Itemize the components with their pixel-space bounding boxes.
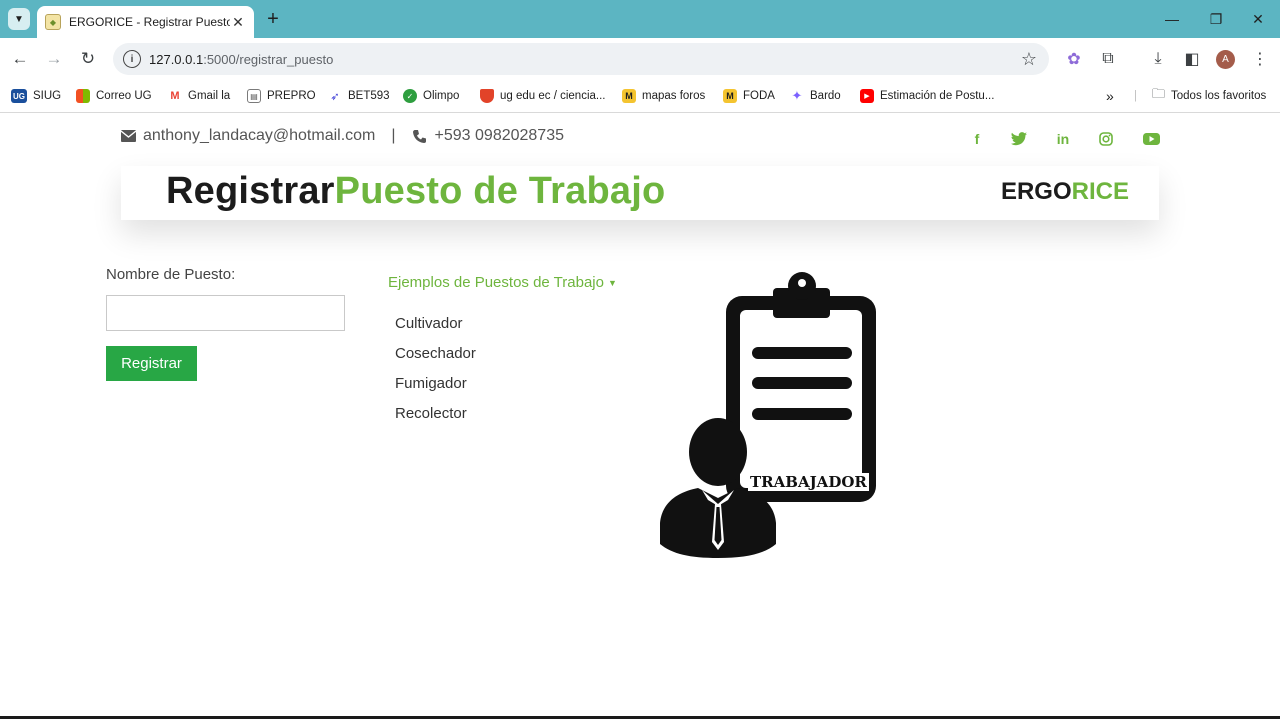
bookmark-item[interactable]: UG SIUG bbox=[11, 87, 61, 105]
contact-email[interactable]: anthony_landacay@hotmail.com bbox=[143, 127, 375, 145]
contact-separator: | bbox=[391, 127, 396, 144]
bookmark-item[interactable]: Mmapas foros bbox=[622, 87, 705, 105]
site-favicon-icon: ◆ bbox=[45, 14, 61, 30]
contact-info: anthony_landacay@hotmail.com | +593 0982… bbox=[120, 127, 564, 145]
minimize-button[interactable]: — bbox=[1150, 6, 1194, 32]
microsoft-icon bbox=[76, 89, 90, 103]
bookmark-item[interactable]: ▤ PREPRO bbox=[247, 87, 316, 105]
tab-search-button[interactable]: ▼ bbox=[8, 8, 30, 30]
extensions-puzzle-icon[interactable]: ⧉ bbox=[1096, 47, 1120, 71]
side-panel-icon[interactable]: ◧ bbox=[1180, 47, 1204, 71]
bookmark-item[interactable]: ✓ Olimpo bbox=[403, 87, 459, 105]
example-item[interactable]: Recolector bbox=[395, 405, 467, 422]
register-button[interactable]: Registrar bbox=[106, 346, 197, 381]
miro-icon: M bbox=[723, 89, 737, 103]
bookmark-item[interactable]: M Gmail la bbox=[168, 87, 230, 105]
bookmark-item[interactable]: ▶ Estimación de Postu... bbox=[860, 87, 994, 105]
phone-icon bbox=[412, 128, 428, 144]
youtube-icon: ▶ bbox=[860, 89, 874, 103]
example-item[interactable]: Fumigador bbox=[395, 375, 467, 392]
instagram-icon[interactable] bbox=[1096, 129, 1116, 149]
active-tab[interactable]: ◆ ERGORICE - Registrar Puesto ✕ bbox=[37, 6, 254, 38]
bookmarks-bar: UG SIUG Correo UG M Gmail la ▤ PREPRO ➶ BET5… bbox=[0, 80, 1280, 113]
linkedin-icon[interactable]: in bbox=[1053, 129, 1073, 149]
bookmark-item[interactable]: ug edu ec / ciencia... bbox=[480, 87, 605, 105]
example-item[interactable]: Cosechador bbox=[395, 345, 476, 362]
address-bar[interactable]: i 127.0.0.1:5000/registrar_puesto ☆ bbox=[113, 43, 1049, 75]
restore-button[interactable]: ❐ bbox=[1194, 6, 1238, 32]
contact-bar: anthony_landacay@hotmail.com | +593 0982… bbox=[120, 127, 1160, 151]
bookmark-item[interactable]: M FODA bbox=[723, 87, 775, 105]
bet-icon: ➶ bbox=[328, 89, 342, 103]
illustration-caption: TRABAJADOR bbox=[748, 473, 869, 491]
url-text: 127.0.0.1:5000/registrar_puesto bbox=[149, 51, 334, 67]
bookmark-star-icon[interactable]: ☆ bbox=[1021, 49, 1037, 70]
bookmarks-overflow-icon[interactable]: » bbox=[1106, 87, 1114, 105]
envelope-icon bbox=[120, 128, 136, 144]
bookmark-item[interactable]: Correo UG bbox=[76, 87, 152, 105]
new-tab-button[interactable]: + bbox=[262, 8, 284, 30]
forward-arrow-icon[interactable]: → bbox=[42, 47, 66, 71]
twitter-icon[interactable] bbox=[1009, 129, 1029, 149]
gitlab-icon bbox=[480, 89, 494, 103]
brand-logo[interactable]: ERGORICE bbox=[1001, 178, 1129, 206]
examples-dropdown-label: Ejemplos de Puestos de Trabajo bbox=[388, 274, 604, 291]
worker-clipboard-illustration: TRABAJADOR bbox=[656, 268, 888, 560]
bookmarks-divider: | bbox=[1134, 90, 1137, 102]
document-icon: ▤ bbox=[247, 89, 261, 103]
puesto-name-label: Nombre de Puesto: bbox=[106, 266, 236, 283]
olimpo-icon: ✓ bbox=[403, 89, 417, 103]
menu-dots-icon[interactable]: ⋮ bbox=[1248, 47, 1272, 71]
bookmark-item[interactable]: ✦ Bardo bbox=[790, 87, 841, 105]
facebook-icon[interactable]: f bbox=[967, 129, 987, 149]
tab-close-icon[interactable]: ✕ bbox=[230, 14, 246, 31]
contact-phone[interactable]: +593 0982028735 bbox=[435, 127, 564, 145]
puesto-name-input[interactable] bbox=[106, 295, 345, 331]
chevron-down-icon: ▼ bbox=[14, 13, 24, 25]
caret-down-icon: ▼ bbox=[607, 278, 617, 289]
site-info-icon[interactable]: i bbox=[123, 50, 141, 68]
bookmark-item[interactable]: ➶ BET593 bbox=[328, 87, 390, 105]
page-banner: RegistrarPuesto de Trabajo ERGORICE bbox=[121, 166, 1159, 220]
ug-icon: UG bbox=[11, 89, 27, 103]
example-item[interactable]: Cultivador bbox=[395, 315, 463, 332]
folder-icon: 🗀 bbox=[1152, 86, 1166, 101]
all-bookmarks-folder[interactable]: 🗀 Todos los favoritos bbox=[1152, 86, 1266, 105]
browser-toolbar: ← → ↻ i 127.0.0.1:5000/registrar_puesto … bbox=[0, 38, 1280, 80]
extension-brain-icon[interactable]: ✿ bbox=[1062, 47, 1086, 71]
download-icon[interactable]: ⤓ bbox=[1146, 47, 1170, 71]
back-arrow-icon[interactable]: ← bbox=[8, 47, 32, 71]
gmail-icon: M bbox=[168, 89, 182, 103]
miro-icon: M bbox=[622, 89, 636, 103]
sparkle-icon: ✦ bbox=[790, 88, 804, 103]
youtube-icon[interactable] bbox=[1141, 129, 1161, 149]
examples-dropdown-toggle[interactable]: Ejemplos de Puestos de Trabajo ▼ bbox=[388, 274, 617, 291]
page-title: RegistrarPuesto de Trabajo bbox=[166, 170, 666, 212]
reload-icon[interactable]: ↻ bbox=[76, 47, 100, 71]
close-window-button[interactable]: ✕ bbox=[1236, 6, 1280, 32]
profile-avatar[interactable]: A bbox=[1216, 50, 1235, 69]
browser-tab-bar: ▼ ◆ ERGORICE - Registrar Puesto ✕ + — ❐ … bbox=[0, 0, 1280, 38]
tab-title: ERGORICE - Registrar Puesto bbox=[69, 15, 230, 29]
